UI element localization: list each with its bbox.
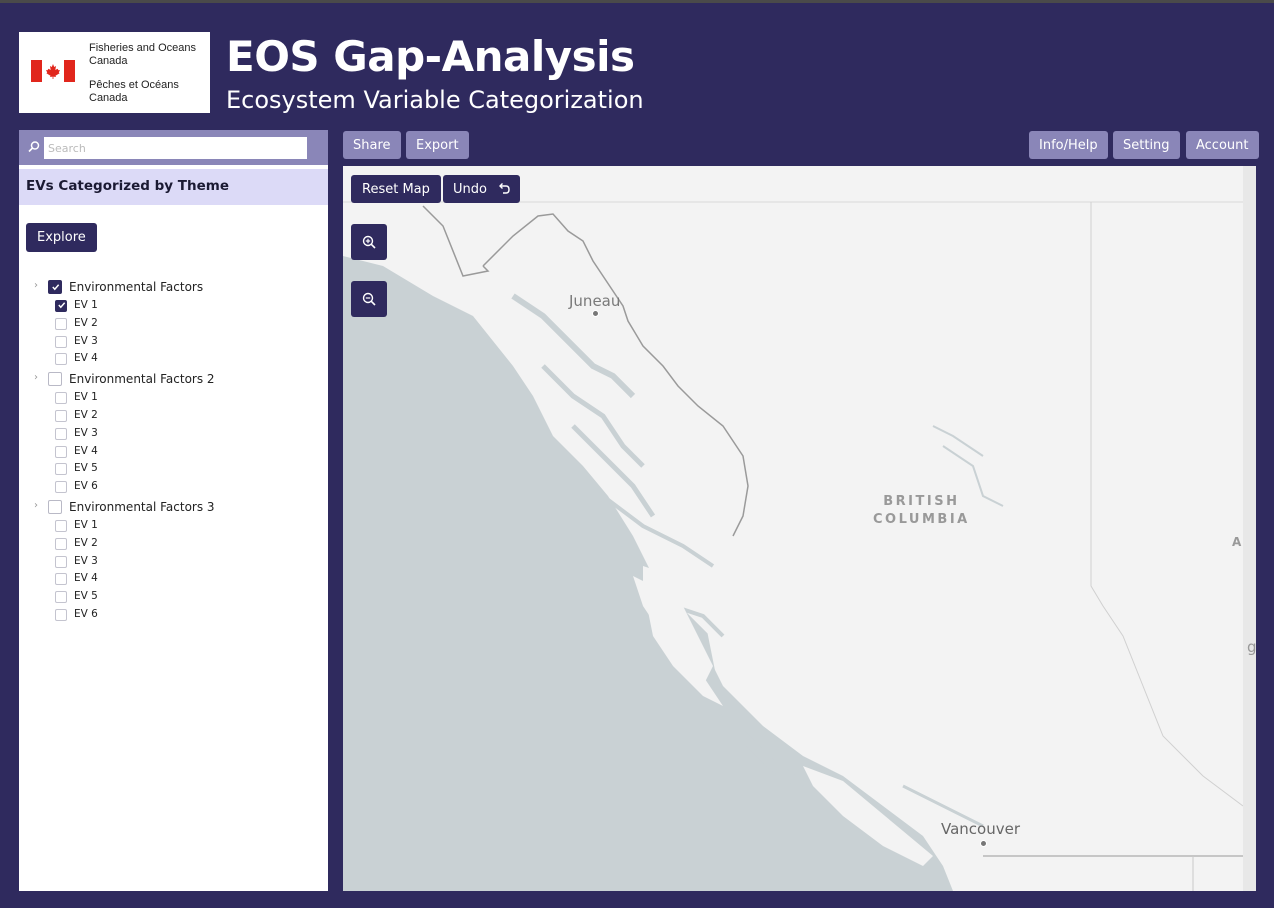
app-subtitle: Ecosystem Variable Categorization xyxy=(226,86,644,114)
canada-flag-icon xyxy=(31,60,75,82)
ev-checkbox[interactable] xyxy=(55,353,67,366)
sidebar-heading: EVs Categorized by Theme xyxy=(19,169,328,205)
zoom-out-button[interactable] xyxy=(351,281,387,317)
ev-label: EV 1 xyxy=(74,518,98,531)
ev-checkbox[interactable] xyxy=(55,537,67,550)
ev-checkbox[interactable] xyxy=(55,481,67,494)
map-label-edge-g: g xyxy=(1247,638,1256,656)
chevron-right-icon[interactable]: › xyxy=(34,500,38,511)
theme-group-label: Environmental Factors xyxy=(69,280,204,294)
share-button[interactable]: Share xyxy=(343,131,401,159)
map-label-edge-a: A xyxy=(1232,535,1242,549)
logo-text-french: Pêches et Océans Canada xyxy=(89,79,179,104)
ev-item[interactable]: EV 1 xyxy=(19,517,328,535)
undo-icon xyxy=(499,182,510,194)
ev-checkbox[interactable] xyxy=(55,335,67,348)
app-title: EOS Gap-Analysis xyxy=(226,32,635,81)
ev-label: EV 6 xyxy=(74,480,98,493)
info-help-button[interactable]: Info/Help xyxy=(1029,131,1108,159)
ev-label: EV 4 xyxy=(74,444,98,457)
ev-item[interactable]: EV 5 xyxy=(19,588,328,606)
export-button[interactable]: Export xyxy=(406,131,469,159)
ev-label: EV 3 xyxy=(74,554,98,567)
ev-item[interactable]: EV 2 xyxy=(19,535,328,553)
ev-label: EV 1 xyxy=(74,391,98,404)
ev-label: EV 5 xyxy=(74,590,98,603)
theme-group-row[interactable]: › Environmental Factors xyxy=(19,278,328,297)
search-input[interactable] xyxy=(44,137,307,159)
ev-item[interactable]: EV 2 xyxy=(19,407,328,425)
ev-label: EV 1 xyxy=(74,299,98,311)
ev-label: EV 2 xyxy=(74,316,98,329)
ev-checkbox[interactable] xyxy=(55,427,67,440)
theme-group-checkbox[interactable] xyxy=(48,499,62,514)
explore-button[interactable]: Explore xyxy=(26,223,97,252)
map-label-vancouver: Vancouver xyxy=(941,820,1020,838)
map-basemap xyxy=(343,166,1256,891)
theme-group-label: Environmental Factors 2 xyxy=(69,372,215,387)
sidebar: EVs Categorized by Theme Explore › Enviro… xyxy=(19,130,328,891)
ev-checkbox[interactable] xyxy=(55,608,67,621)
undo-label: Undo xyxy=(453,181,487,197)
logo-text-english: Fisheries and Oceans Canada xyxy=(89,42,196,67)
ev-item[interactable]: EV 3 xyxy=(19,333,328,351)
ev-label: EV 5 xyxy=(74,462,98,475)
zoom-out-icon xyxy=(362,292,376,306)
theme-group-row[interactable]: › Environmental Factors 3 xyxy=(19,498,328,517)
ev-label: EV 4 xyxy=(74,352,98,365)
ev-label: EV 2 xyxy=(74,408,98,421)
search-bar xyxy=(19,130,328,165)
map-label-juneau: Juneau xyxy=(569,292,621,310)
chevron-right-icon[interactable]: › xyxy=(34,372,38,383)
ev-item[interactable]: EV 5 xyxy=(19,460,328,478)
theme-group-row[interactable]: › Environmental Factors 2 xyxy=(19,370,328,389)
city-marker-vancouver xyxy=(980,840,987,847)
ev-item[interactable]: EV 1 xyxy=(19,389,328,407)
ev-label: EV 3 xyxy=(74,334,98,347)
theme-group-checkbox[interactable] xyxy=(48,280,62,294)
ev-item[interactable]: EV 2 xyxy=(19,315,328,333)
map-label-british-columbia: BRITISH COLUMBIA xyxy=(873,494,970,527)
account-button[interactable]: Account xyxy=(1186,131,1259,159)
ev-item[interactable]: EV 6 xyxy=(19,606,328,624)
ev-label: EV 6 xyxy=(74,607,98,620)
ev-item[interactable]: EV 3 xyxy=(19,553,328,571)
chevron-right-icon[interactable]: › xyxy=(34,280,38,291)
ev-checkbox[interactable] xyxy=(55,300,67,312)
ev-label: EV 2 xyxy=(74,536,98,549)
city-marker-juneau xyxy=(592,310,599,317)
ev-item[interactable]: EV 4 xyxy=(19,570,328,588)
ev-tree: › Environmental Factors EV 1 EV 2 EV 3 EV 4 › E… xyxy=(19,276,328,624)
undo-button[interactable]: Undo xyxy=(443,175,521,203)
ev-item[interactable]: EV 3 xyxy=(19,425,328,443)
ev-checkbox[interactable] xyxy=(55,463,67,476)
ev-checkbox[interactable] xyxy=(55,573,67,586)
search-icon xyxy=(28,141,40,153)
ev-item[interactable]: EV 4 xyxy=(19,443,328,461)
theme-group-checkbox[interactable] xyxy=(48,372,62,387)
ev-checkbox[interactable] xyxy=(55,445,67,458)
ev-checkbox[interactable] xyxy=(55,591,67,604)
ev-item[interactable]: EV 1 xyxy=(19,297,328,315)
window-top-border xyxy=(0,0,1274,3)
reset-map-button[interactable]: Reset Map xyxy=(351,175,441,203)
ev-label: EV 3 xyxy=(74,426,98,439)
setting-button[interactable]: Setting xyxy=(1113,131,1180,159)
dfo-logo: Fisheries and Oceans Canada Pêches et Oc… xyxy=(19,32,210,113)
theme-group-label: Environmental Factors 3 xyxy=(69,499,215,514)
map-view[interactable]: Reset Map Undo Juneau BRITISH COLUMBIA V… xyxy=(343,166,1256,891)
ev-checkbox[interactable] xyxy=(55,317,67,330)
ev-item[interactable]: EV 4 xyxy=(19,350,328,368)
ev-checkbox[interactable] xyxy=(55,519,67,532)
ev-label: EV 4 xyxy=(74,572,98,585)
ev-checkbox[interactable] xyxy=(55,392,67,405)
ev-checkbox[interactable] xyxy=(55,555,67,568)
ev-checkbox[interactable] xyxy=(55,409,67,422)
ev-item[interactable]: EV 6 xyxy=(19,478,328,496)
zoom-in-button[interactable] xyxy=(351,224,387,260)
zoom-in-icon xyxy=(362,235,376,249)
